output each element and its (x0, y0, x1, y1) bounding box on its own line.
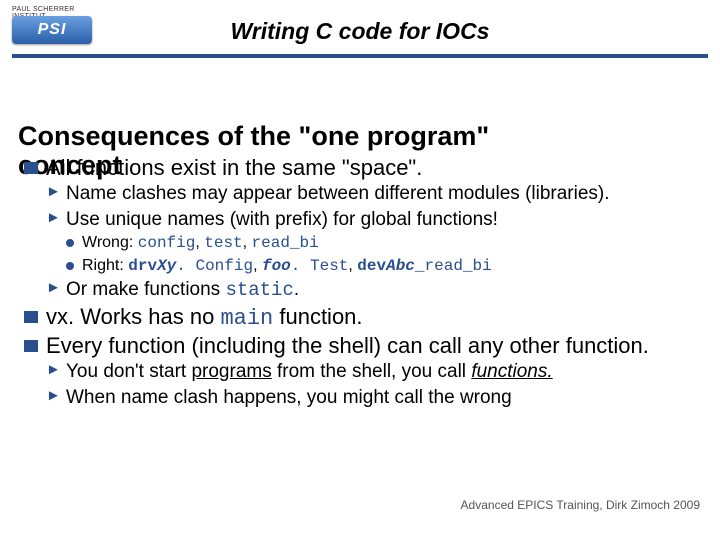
bullet-1b-text: Use unique names (with prefix) for globa… (66, 209, 498, 230)
footer: Advanced EPICS Training, Dirk Zimoch 200… (461, 498, 700, 512)
bullet-3a: You don't start programs from the shell,… (46, 361, 702, 383)
slide-content: Consequences of the "one program" concep… (0, 54, 720, 409)
right-code-3a: dev (357, 257, 386, 275)
b2-pre: vx. Works has no (46, 304, 220, 329)
wrong-code-2: test (204, 234, 242, 252)
bullet-3-text: Every function (including the shell) can… (46, 333, 649, 358)
bullet-2: vx. Works has no main function. (24, 304, 702, 331)
right-label: Right: (82, 257, 128, 274)
b3b-text: When name clash happens, you might call … (66, 387, 512, 408)
wrong-code-3: read_bi (252, 234, 319, 252)
right-code-1b: Xy (157, 257, 176, 275)
right-code-3b: Abc (386, 257, 415, 275)
header: PAUL SCHERRER INSTITUT PSI Writing C cod… (0, 0, 720, 54)
right-code-3c: _read_bi (415, 257, 492, 275)
right-code-2a: foo (262, 257, 291, 275)
bullet-1: All functions exist in the same "space". (24, 155, 702, 180)
b3a-u1: programs (191, 361, 271, 382)
right-code-2b: . Test (291, 257, 349, 275)
bullet-1c: Or make functions static. (46, 279, 702, 301)
b3a-pre: You don't start (66, 361, 191, 382)
b3a-u2: functions. (471, 361, 552, 382)
bullet-1b: Use unique names (with prefix) for globa… (46, 209, 702, 231)
bullet-1a-text: Name clashes may appear between differen… (66, 183, 610, 204)
section-line1: Consequences of the "one program" (18, 121, 489, 151)
slide-title: Writing C code for IOCs (0, 18, 720, 45)
b1c-post: . (294, 279, 299, 300)
right-code-1c: . Config (176, 257, 253, 275)
section-heading: Consequences of the "one program" concep… (18, 122, 702, 151)
bullet-right: Right: drvXy. Config, foo. Test, devAbc_… (66, 256, 702, 277)
b1c-code: static (225, 279, 293, 301)
right-code-1a: drv (128, 257, 157, 275)
bullet-1-text: All functions exist in the same "space". (46, 155, 422, 180)
bullet-wrong: Wrong: config, test, read_bi (66, 233, 702, 254)
wrong-code-1: config (138, 234, 196, 252)
b1c-pre: Or make functions (66, 279, 225, 300)
bullet-3: Every function (including the shell) can… (24, 333, 702, 358)
b2-post: function. (273, 304, 362, 329)
b3a-mid: from the shell, you call (272, 361, 472, 382)
b2-code: main (220, 306, 273, 331)
bullet-3b: When name clash happens, you might call … (46, 387, 702, 409)
bullet-1a: Name clashes may appear between differen… (46, 183, 702, 205)
wrong-label: Wrong: (82, 234, 138, 251)
header-rule (12, 54, 708, 58)
